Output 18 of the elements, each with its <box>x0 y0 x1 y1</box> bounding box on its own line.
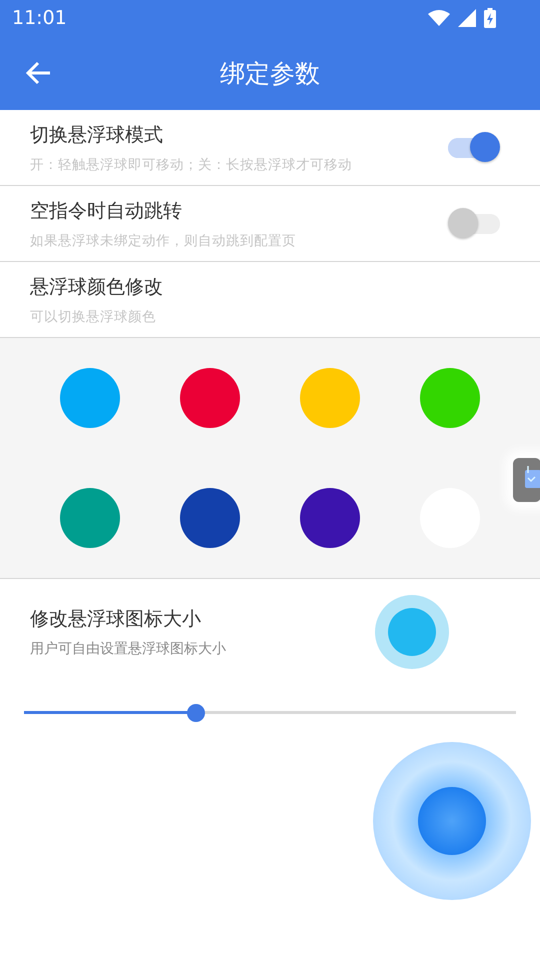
setting-description: 用户可自由设置悬浮球图标大小 <box>30 640 226 658</box>
setting-title: 修改悬浮球图标大小 <box>30 607 202 632</box>
floating-ball-icon[interactable] <box>373 742 531 900</box>
setting-description: 开：轻触悬浮球即可移动；关：长按悬浮球才可移动 <box>30 156 352 174</box>
setting-title: 切换悬浮球模式 <box>30 122 164 148</box>
status-time: 11:01 <box>12 7 67 29</box>
size-slider[interactable] <box>24 703 516 723</box>
battery-icon <box>484 8 496 28</box>
signal-icon <box>458 9 476 27</box>
setting-title: 空指令时自动跳转 <box>30 198 183 224</box>
side-widget-icon[interactable] <box>513 458 540 502</box>
setting-title: 悬浮球颜色修改 <box>30 274 163 300</box>
floating-ball-preview-icon <box>375 595 449 669</box>
wifi-icon <box>428 10 450 26</box>
setting-description: 如果悬浮球未绑定动作，则自动跳到配置页 <box>30 232 296 250</box>
page-title: 绑定参数 <box>220 58 320 90</box>
back-arrow-icon <box>26 61 52 85</box>
setting-description: 可以切换悬浮球颜色 <box>30 308 157 326</box>
